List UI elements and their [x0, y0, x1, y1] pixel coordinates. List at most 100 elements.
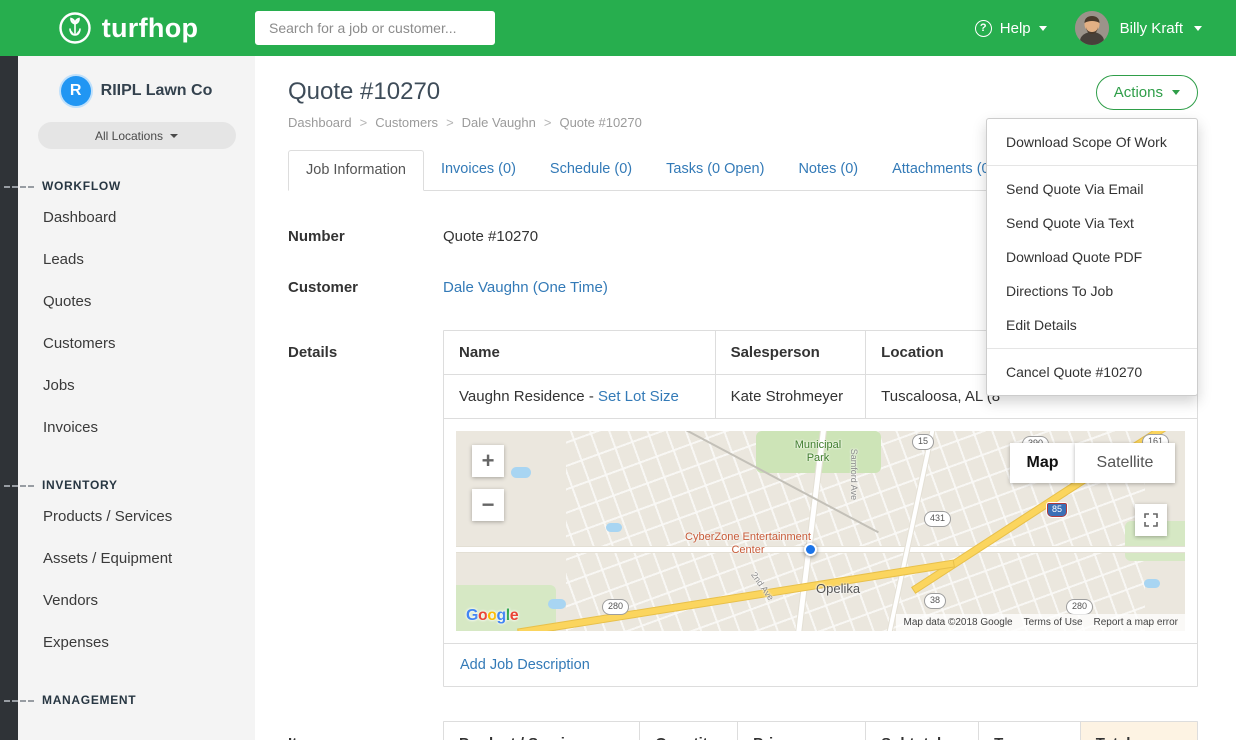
tab-schedule[interactable]: Schedule (0)	[533, 150, 649, 191]
map-label-park: Municipal Park	[786, 439, 850, 465]
map-road	[456, 547, 1185, 552]
set-lot-size-link[interactable]: Set Lot Size	[598, 388, 679, 405]
map-water	[511, 467, 531, 478]
chevron-down-icon	[1039, 26, 1047, 31]
paren-close: )	[603, 279, 608, 296]
details-header-salesperson: Salesperson	[715, 331, 866, 375]
map-label-city: Opelika	[816, 581, 860, 597]
map-zoom-in-button[interactable]: +	[472, 445, 504, 477]
menu-item-send-quote-via-email[interactable]: Send Quote Via Email	[987, 172, 1197, 206]
tab-tasks[interactable]: Tasks (0 Open)	[649, 150, 781, 191]
map-type-satellite-button[interactable]: Satellite	[1075, 443, 1175, 483]
actions-button[interactable]: Actions	[1096, 75, 1198, 110]
details-cell-salesperson: Kate Strohmeyer	[715, 375, 866, 419]
tab-notes[interactable]: Notes (0)	[781, 150, 875, 191]
google-logo[interactable]: Google	[466, 607, 518, 625]
brand-logo[interactable]: turfhop	[0, 10, 255, 46]
number-value: Quote #10270	[443, 228, 538, 245]
actions-button-label: Actions	[1114, 84, 1163, 101]
map-shield-280b: 280	[1066, 599, 1093, 615]
items-header-subtotal: Subtotal	[866, 722, 979, 740]
terms-of-use-link[interactable]: Terms of Use	[1024, 617, 1083, 628]
report-map-error-link[interactable]: Report a map error	[1094, 617, 1178, 628]
menu-divider	[987, 165, 1197, 166]
help-label: Help	[1000, 20, 1031, 37]
sidebar-item-expenses[interactable]: Expenses	[18, 621, 255, 663]
company-name: RIIPL Lawn Co	[101, 82, 213, 100]
items-table: Product / Service Quantity Price Subtota…	[444, 722, 1197, 740]
map-water	[1144, 579, 1160, 588]
tab-invoices[interactable]: Invoices (0)	[424, 150, 533, 191]
menu-item-directions-to-job[interactable]: Directions To Job	[987, 274, 1197, 308]
actions-dropdown-menu: Download Scope Of Work Send Quote Via Em…	[986, 118, 1198, 396]
property-name: Vaughn Residence -	[459, 388, 594, 405]
items-header-quantity: Quantity	[640, 722, 738, 740]
turfhop-logo-icon	[57, 10, 93, 46]
map-shield-38: 38	[924, 593, 946, 609]
fullscreen-icon	[1144, 513, 1158, 527]
brand-name: turfhop	[102, 13, 199, 44]
number-label: Number	[288, 228, 443, 245]
help-icon: ?	[975, 20, 992, 37]
add-job-description-link[interactable]: Add Job Description	[460, 657, 590, 673]
menu-divider	[987, 348, 1197, 349]
breadcrumb-separator: >	[446, 115, 454, 130]
sidebar-item-customers[interactable]: Customers	[18, 322, 255, 364]
help-menu[interactable]: ? Help	[975, 20, 1047, 37]
add-job-description-row: Add Job Description	[444, 643, 1197, 686]
menu-item-download-quote-pdf[interactable]: Download Quote PDF	[987, 240, 1197, 274]
details-label: Details	[288, 330, 443, 687]
avatar	[1075, 11, 1109, 45]
items-card: Product / Service Quantity Price Subtota…	[443, 721, 1198, 740]
map-zoom-out-button[interactable]: −	[472, 489, 504, 521]
chevron-down-icon	[1194, 26, 1202, 31]
search-input[interactable]	[255, 11, 495, 45]
sidebar-item-products-services[interactable]: Products / Services	[18, 495, 255, 537]
sidebar-item-jobs[interactable]: Jobs	[18, 364, 255, 406]
map-fullscreen-button[interactable]	[1135, 504, 1167, 536]
map[interactable]: Municipal Park CyberZone Entertainment C…	[456, 431, 1185, 631]
company-badge: R	[61, 76, 91, 106]
breadcrumb-customers[interactable]: Customers	[375, 115, 438, 130]
map-shield-431: 431	[924, 511, 951, 527]
app-root: turfhop ? Help Billy Kraft R RIIPL Law	[0, 0, 1236, 740]
map-water	[606, 523, 622, 532]
chevron-down-icon	[170, 134, 178, 138]
map-shield-15: 15	[912, 434, 934, 450]
items-header-product: Product / Service	[444, 722, 640, 740]
items-header-price: Price	[738, 722, 866, 740]
tab-job-information[interactable]: Job Information	[288, 150, 424, 191]
menu-item-cancel-quote[interactable]: Cancel Quote #10270	[987, 355, 1197, 389]
map-shield-280: 280	[602, 599, 629, 615]
map-attribution: Map data ©2018 Google Terms of Use Repor…	[896, 614, 1185, 631]
sidebar-item-dashboard[interactable]: Dashboard	[18, 196, 255, 238]
user-menu[interactable]: Billy Kraft	[1075, 11, 1202, 45]
breadcrumb-dashboard[interactable]: Dashboard	[288, 115, 352, 130]
breadcrumb-customer-name[interactable]: Dale Vaughn	[462, 115, 536, 130]
customer-type-link[interactable]: One Time	[538, 279, 603, 296]
items-header-total: Total	[1080, 722, 1197, 740]
page-title: Quote #10270	[288, 78, 1198, 106]
sidebar-item-quotes[interactable]: Quotes	[18, 280, 255, 322]
sidebar-item-leads[interactable]: Leads	[18, 238, 255, 280]
menu-item-send-quote-via-text[interactable]: Send Quote Via Text	[987, 206, 1197, 240]
topbar-right: ? Help Billy Kraft	[975, 11, 1236, 45]
chevron-down-icon	[1172, 90, 1180, 95]
map-type-map-button[interactable]: Map	[1010, 443, 1075, 483]
section-workflow: WORKFLOW	[18, 176, 255, 196]
map-label-poi: CyberZone Entertainment Center	[678, 531, 818, 557]
location-selector[interactable]: All Locations	[38, 122, 236, 149]
details-header-name: Name	[444, 331, 715, 375]
section-inventory: INVENTORY	[18, 475, 255, 495]
customer-name-link[interactable]: Dale Vaughn	[443, 279, 529, 296]
customer-label: Customer	[288, 279, 443, 296]
company-switcher[interactable]: R RIIPL Lawn Co	[18, 76, 255, 106]
map-location-marker[interactable]	[804, 543, 817, 556]
sidebar-item-assets-equipment[interactable]: Assets / Equipment	[18, 537, 255, 579]
menu-item-edit-details[interactable]: Edit Details	[987, 308, 1197, 342]
menu-item-download-scope-of-work[interactable]: Download Scope Of Work	[987, 125, 1197, 159]
sidebar-item-vendors[interactable]: Vendors	[18, 579, 255, 621]
location-label: All Locations	[95, 129, 163, 143]
sidebar-item-invoices[interactable]: Invoices	[18, 406, 255, 448]
breadcrumb-current: Quote #10270	[559, 115, 641, 130]
